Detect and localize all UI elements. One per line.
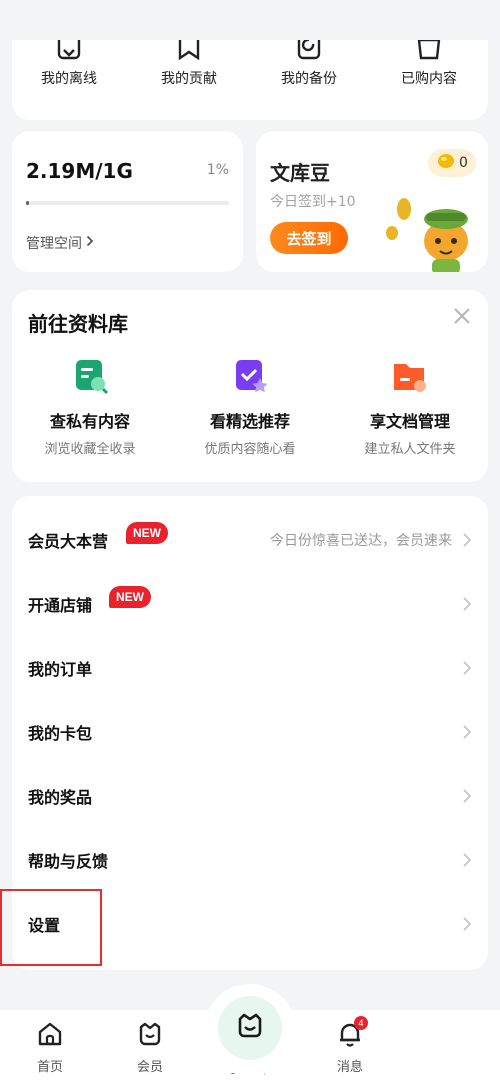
menu-item-label: 我的订单 xyxy=(28,660,93,679)
menu-item-orders[interactable]: 我的订单 xyxy=(12,636,488,700)
contribution-icon xyxy=(169,40,209,62)
chevron-right-icon xyxy=(462,852,472,868)
menu-item-label: 我的奖品 xyxy=(28,788,93,807)
menu-item-label: 开通店铺 xyxy=(28,596,93,615)
nav-label: 首页 xyxy=(36,1060,63,1075)
menu-item-vip-camp[interactable]: 会员大本营 NEW 今日份惊喜已送达，会员速来 xyxy=(12,508,488,572)
beans-card[interactable]: 文库豆 今日签到+10 去签到 0 xyxy=(256,131,488,272)
shortcut-backup[interactable]: 我的备份 xyxy=(254,40,364,88)
beans-count: 0 xyxy=(459,155,468,171)
chevron-right-icon xyxy=(462,788,472,804)
shortcut-label: 已购内容 xyxy=(401,71,457,87)
menu-item-open-store[interactable]: 开通店铺 NEW xyxy=(12,572,488,636)
shortcut-label: 我的备份 xyxy=(281,71,337,87)
beans-count-badge[interactable]: 0 xyxy=(428,149,476,177)
library-item-name: 享文档管理 xyxy=(369,412,450,431)
chevron-right-icon xyxy=(462,596,472,612)
nav-messages[interactable]: 4 消息 xyxy=(320,1016,380,1075)
chevron-right-icon xyxy=(86,235,94,251)
shortcut-label: 我的离线 xyxy=(41,71,97,87)
nav-label: 消息 xyxy=(336,1060,363,1075)
shortcut-contribution[interactable]: 我的贡献 xyxy=(134,40,244,88)
shortcuts-card: 我的离线 我的贡献 我的备份 已购内容 xyxy=(12,40,488,120)
chevron-right-icon xyxy=(462,916,472,932)
home-icon xyxy=(36,1020,64,1048)
menu-item-card-wallet[interactable]: 我的卡包 xyxy=(12,700,488,764)
library-title: 前往资料库 xyxy=(28,312,128,336)
library-smile-icon xyxy=(235,1011,265,1045)
featured-recommend-icon xyxy=(230,356,270,396)
library-item-name: 查私有内容 xyxy=(49,412,130,431)
new-badge: NEW xyxy=(126,522,168,544)
nav-vip[interactable]: 会员 xyxy=(120,1020,180,1075)
folder-icon xyxy=(390,356,430,396)
menu-item-label: 帮助与反馈 xyxy=(28,852,109,871)
shortcut-offline[interactable]: 我的离线 xyxy=(14,40,124,88)
library-item-featured[interactable]: 看精选推荐 优质内容随心看 xyxy=(175,356,325,457)
library-card: 前往资料库 查私有内容 浏览收藏全收录 看精选推荐 优质内容随心看 享文档管理 … xyxy=(12,290,488,482)
private-content-icon xyxy=(70,356,110,396)
chevron-right-icon xyxy=(462,532,472,548)
nav-home[interactable]: 首页 xyxy=(20,1020,80,1075)
library-nav-button[interactable] xyxy=(218,996,282,1060)
storage-percent: 1% xyxy=(206,162,229,178)
beans-title: 文库豆 xyxy=(270,161,330,185)
storage-amount: 2.19M/1G xyxy=(26,159,133,183)
library-item-name: 看精选推荐 xyxy=(209,412,290,431)
check-in-button[interactable]: 去签到 xyxy=(270,222,348,254)
settings-highlight-box xyxy=(0,889,102,966)
storage-progress-bar xyxy=(26,201,229,205)
storage-progress-fill xyxy=(26,201,30,205)
menu-item-hint: 今日份惊喜已送达，会员速来 xyxy=(270,533,452,549)
library-item-desc: 建立私人文件夹 xyxy=(364,442,456,457)
chevron-right-icon xyxy=(462,660,472,676)
library-item-private[interactable]: 查私有内容 浏览收藏全收录 xyxy=(15,356,165,457)
offline-icon xyxy=(49,40,89,62)
manage-storage-link[interactable]: 管理空间 xyxy=(26,233,94,253)
menu-item-prizes[interactable]: 我的奖品 xyxy=(12,764,488,828)
shortcut-purchased[interactable]: 已购内容 xyxy=(374,40,484,88)
nav-label: 会员 xyxy=(136,1060,163,1075)
bean-icon xyxy=(436,152,456,174)
message-count-badge: 4 xyxy=(354,1016,368,1030)
chevron-right-icon xyxy=(462,724,472,740)
beans-subtitle: 今日签到+10 xyxy=(270,194,356,210)
new-badge: NEW xyxy=(109,586,151,608)
vip-icon xyxy=(136,1020,164,1048)
backup-icon xyxy=(289,40,329,62)
bell-icon: 4 xyxy=(336,1016,368,1048)
mascot-icon xyxy=(382,191,482,272)
purchased-icon xyxy=(409,40,449,62)
manage-storage-label: 管理空间 xyxy=(26,236,82,252)
shortcut-label: 我的贡献 xyxy=(161,71,217,87)
storage-card[interactable]: 2.19M/1G 1% 管理空间 xyxy=(12,131,243,272)
menu-item-label: 会员大本营 xyxy=(28,532,109,551)
library-item-desc: 优质内容随心看 xyxy=(204,442,296,457)
menu-item-label: 我的卡包 xyxy=(28,724,93,743)
close-icon[interactable] xyxy=(452,306,472,326)
library-item-manage[interactable]: 享文档管理 建立私人文件夹 xyxy=(335,356,485,457)
menu-item-help-feedback[interactable]: 帮助与反馈 xyxy=(12,828,488,892)
library-item-desc: 浏览收藏全收录 xyxy=(44,442,136,457)
